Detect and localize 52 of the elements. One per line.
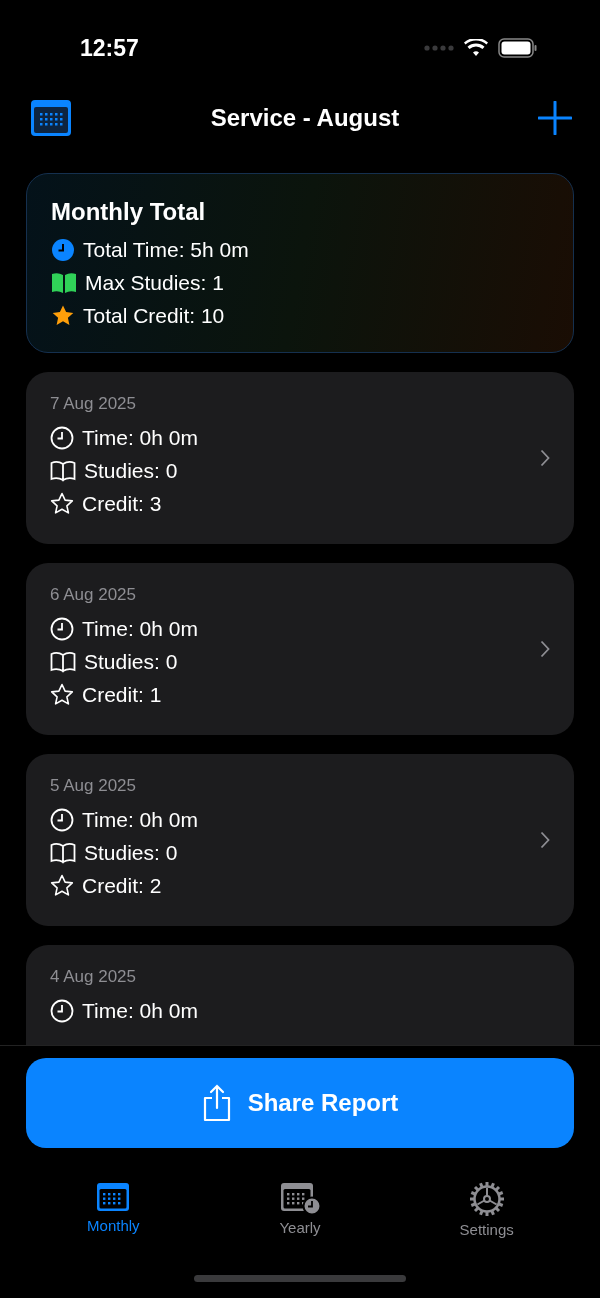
day-date: 5 Aug 2025 bbox=[50, 776, 138, 796]
status-time: 12:57 bbox=[80, 34, 139, 62]
star-icon bbox=[50, 873, 74, 898]
tab-bar-item[interactable]: Settings bbox=[426, 1180, 547, 1239]
tab-bar-item[interactable]: Monthly bbox=[53, 1180, 174, 1239]
share-icon bbox=[201, 1084, 232, 1122]
settings-icon bbox=[468, 1181, 505, 1217]
summary-stat: Total Credit: 10 bbox=[83, 303, 225, 329]
screen-title: Service - August bbox=[210, 104, 400, 132]
book-icon bbox=[50, 459, 76, 482]
star-icon bbox=[50, 491, 74, 516]
day-card[interactable]: 6 Aug 2025 Time: 0h 0m Studies: 0 Credit: 1 bbox=[26, 563, 574, 735]
day-date: 4 Aug 2025 bbox=[50, 967, 138, 987]
calendar-icon[interactable] bbox=[30, 99, 72, 137]
day-card[interactable]: 5 Aug 2025 Time: 0h 0m Studies: 0 Credit: 2 bbox=[26, 754, 574, 926]
day-stat: Credit: 1 bbox=[82, 682, 162, 708]
day-stat: Time: 0h 0m bbox=[82, 616, 198, 642]
calendar-icon bbox=[95, 1181, 132, 1213]
share-report-button[interactable]: Share Report bbox=[26, 1058, 574, 1148]
day-card[interactable]: 7 Aug 2025 Time: 0h 0m Studies: 0 Credit: 3 bbox=[26, 372, 574, 544]
day-stat: Time: 0h 0m bbox=[82, 425, 198, 451]
clock-icon bbox=[50, 998, 74, 1023]
chevron-icon bbox=[540, 449, 550, 467]
day-stat: Credit: 3 bbox=[82, 491, 162, 517]
day-stat: Time: 0h 0m bbox=[82, 807, 198, 833]
battery-icon bbox=[498, 38, 538, 58]
summary-title: Monthly Total bbox=[51, 198, 207, 226]
day-date: 6 Aug 2025 bbox=[50, 585, 138, 605]
tab-bar-item[interactable]: Yearly bbox=[240, 1180, 360, 1239]
summary-stat: Total Time: 5h 0m bbox=[83, 237, 249, 263]
day-stat: Studies: 0 bbox=[84, 458, 178, 484]
star-icon bbox=[50, 682, 74, 707]
signal-icon bbox=[424, 45, 454, 51]
day-stat: Time: 0h 0m bbox=[82, 998, 198, 1024]
day-card[interactable]: 4 Aug 2025 Time: 0h 0m bbox=[26, 945, 574, 1045]
day-date: 7 Aug 2025 bbox=[50, 394, 138, 414]
clock-icon bbox=[51, 237, 75, 262]
book-icon bbox=[50, 841, 76, 864]
book-icon bbox=[50, 650, 76, 673]
clock-icon bbox=[50, 616, 74, 641]
day-stat: Studies: 0 bbox=[84, 649, 178, 675]
summary-stat: Max Studies: 1 bbox=[85, 270, 224, 296]
chevron-icon bbox=[540, 640, 550, 658]
add-icon[interactable] bbox=[538, 101, 572, 135]
wifi-icon bbox=[464, 39, 488, 57]
clock-icon bbox=[50, 807, 74, 832]
chevron-icon bbox=[540, 831, 550, 849]
clock-icon bbox=[50, 425, 74, 450]
calendar-clock-icon bbox=[279, 1181, 321, 1215]
day-stat: Studies: 0 bbox=[84, 840, 178, 866]
day-stat: Credit: 2 bbox=[82, 873, 162, 899]
book-icon bbox=[51, 271, 77, 294]
